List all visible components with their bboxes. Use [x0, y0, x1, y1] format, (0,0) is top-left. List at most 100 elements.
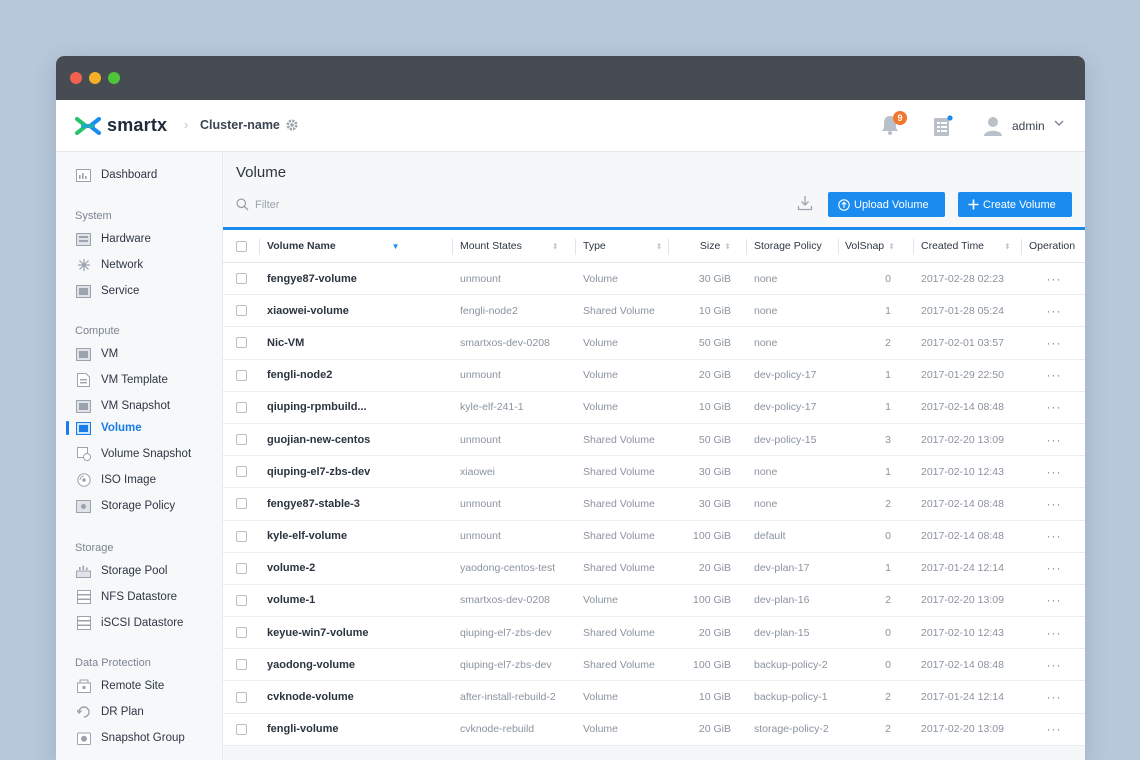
sort-icon[interactable]: ⬍	[656, 242, 663, 251]
row-checkbox[interactable]	[236, 617, 247, 648]
sidebar-item-snapshot-group[interactable]: Snapshot Group	[76, 729, 185, 747]
row-checkbox[interactable]	[236, 456, 247, 487]
volume-name-cell[interactable]: yaodong-volume	[267, 649, 355, 680]
column-header-mount-states[interactable]: Mount States ⬍	[460, 230, 559, 262]
sort-icon[interactable]: ⬍	[724, 242, 731, 251]
close-window-button[interactable]	[70, 72, 82, 84]
volume-name-cell[interactable]: kyle-elf-volume	[267, 521, 347, 552]
sidebar-item-vm-snapshot[interactable]: VM Snapshot	[76, 397, 170, 415]
volume-name-cell[interactable]: xiaowei-volume	[267, 295, 349, 326]
column-header-volume-name[interactable]: Volume Name ▼	[267, 230, 400, 262]
row-checkbox[interactable]	[236, 681, 247, 712]
volume-name-cell[interactable]: fengli-volume	[267, 714, 339, 745]
column-header-type[interactable]: Type ⬍	[583, 230, 662, 262]
row-checkbox[interactable]	[236, 585, 247, 616]
sort-icon[interactable]: ⬍	[1004, 242, 1011, 251]
volume-name-cell[interactable]: keyue-win7-volume	[267, 617, 368, 648]
volume-name-cell[interactable]: volume-1	[267, 585, 315, 616]
user-avatar-icon[interactable]	[984, 116, 1002, 141]
volume-name-cell[interactable]: fengli-node2	[267, 360, 332, 391]
task-list-icon[interactable]	[933, 115, 953, 142]
volume-name-cell[interactable]: cvknode-volume	[267, 681, 354, 712]
more-actions-icon[interactable]: ···	[1029, 424, 1079, 455]
sidebar-item-volume[interactable]: Volume	[76, 419, 142, 437]
more-actions-icon[interactable]: ···	[1029, 617, 1079, 648]
more-actions-icon[interactable]: ···	[1029, 456, 1079, 487]
volume-name-cell[interactable]: qiuping-rpmbuild...	[267, 392, 367, 423]
volume-name-cell[interactable]: Nic-VM	[267, 327, 304, 358]
more-actions-icon[interactable]: ···	[1029, 295, 1079, 326]
table-row[interactable]: volume-1 smartxos-dev-0208 Volume 100 GiB de…	[223, 585, 1085, 618]
row-checkbox[interactable]	[236, 714, 247, 745]
more-actions-icon[interactable]: ···	[1029, 714, 1079, 745]
table-row[interactable]: yaodong-volume qiuping-el7-zbs-dev Shared …	[223, 649, 1085, 682]
table-row[interactable]: qiuping-el7-zbs-dev xiaowei Shared Volume 3…	[223, 456, 1085, 489]
more-actions-icon[interactable]: ···	[1029, 681, 1079, 712]
sidebar-item-service[interactable]: Service	[76, 282, 139, 300]
table-row[interactable]: qiuping-rpmbuild... kyle-elf-241-1 Volume 1…	[223, 392, 1085, 424]
sidebar-item-nfs-datastore[interactable]: NFS Datastore	[76, 588, 177, 606]
smartx-logo[interactable]: smartx	[75, 115, 167, 136]
sidebar-item-storage-pool[interactable]: Storage Pool	[76, 562, 168, 580]
table-row[interactable]: fengli-node2 unmount Volume 20 GiB dev-polic…	[223, 360, 1085, 392]
sidebar-item-iscsi-datastore[interactable]: iSCSI Datastore	[76, 614, 183, 632]
upload-volume-button[interactable]: Upload Volume	[828, 192, 945, 217]
row-checkbox[interactable]	[236, 360, 247, 391]
create-volume-button[interactable]: Create Volume	[958, 192, 1072, 217]
chevron-down-icon[interactable]	[1054, 119, 1064, 130]
sidebar-item-dashboard[interactable]: Dashboard	[76, 166, 157, 184]
cluster-name[interactable]: Cluster-name	[200, 118, 280, 132]
sidebar-item-remote-site[interactable]: Remote Site	[76, 677, 164, 695]
user-name[interactable]: admin	[1012, 119, 1045, 133]
volume-name-cell[interactable]: guojian-new-centos	[267, 424, 370, 455]
row-checkbox[interactable]	[236, 295, 247, 326]
minimize-window-button[interactable]	[89, 72, 101, 84]
more-actions-icon[interactable]: ···	[1029, 263, 1079, 294]
select-all-checkbox[interactable]	[236, 230, 247, 262]
table-row[interactable]: fengye87-volume unmount Volume 30 GiB none 0 2…	[223, 263, 1085, 296]
column-header-size[interactable]: Size ⬍	[676, 230, 731, 262]
more-actions-icon[interactable]: ···	[1029, 360, 1079, 391]
row-checkbox[interactable]	[236, 553, 247, 584]
table-row[interactable]: Nic-VM smartxos-dev-0208 Volume 50 GiB none 2…	[223, 327, 1085, 360]
sidebar-item-storage-policy[interactable]: Storage Policy	[76, 497, 175, 515]
sidebar-item-hardware[interactable]: Hardware	[76, 230, 151, 248]
table-row[interactable]: kyle-elf-volume unmount Shared Volume 100 G…	[223, 521, 1085, 553]
more-actions-icon[interactable]: ···	[1029, 327, 1079, 358]
sidebar-item-network[interactable]: Network	[76, 256, 143, 274]
table-row[interactable]: fengye87-stable-3 unmount Shared Volume 30 …	[223, 488, 1085, 521]
row-checkbox[interactable]	[236, 488, 247, 519]
table-row[interactable]: fengli-volume cvknode-rebuild Volume 20 GiB…	[223, 714, 1085, 746]
column-header-storage-policy[interactable]: Storage Policy	[754, 230, 822, 262]
sort-desc-icon[interactable]: ▼	[392, 242, 400, 251]
table-row[interactable]: keyue-win7-volume qiuping-el7-zbs-dev Shar…	[223, 617, 1085, 650]
column-header-volsnap[interactable]: VolSnap ⬍	[845, 230, 895, 262]
filter-input[interactable]: Filter	[255, 199, 279, 211]
sidebar-item-volume-snapshot[interactable]: Volume Snapshot	[76, 445, 191, 463]
more-actions-icon[interactable]: ···	[1029, 649, 1079, 680]
volume-name-cell[interactable]: qiuping-el7-zbs-dev	[267, 456, 370, 487]
volume-name-cell[interactable]: volume-2	[267, 553, 315, 584]
sidebar-item-dr-plan[interactable]: DR Plan	[76, 703, 144, 721]
table-row[interactable]: cvknode-volume after-install-rebuild-2 Vol…	[223, 681, 1085, 714]
row-checkbox[interactable]	[236, 392, 247, 423]
volume-name-cell[interactable]: fengye87-stable-3	[267, 488, 360, 519]
sidebar-item-vm-template[interactable]: VM Template	[76, 371, 168, 389]
row-checkbox[interactable]	[236, 263, 247, 294]
more-actions-icon[interactable]: ···	[1029, 392, 1079, 423]
row-checkbox[interactable]	[236, 424, 247, 455]
maximize-window-button[interactable]	[108, 72, 120, 84]
sidebar-item-iso-image[interactable]: ISO Image	[76, 471, 156, 489]
row-checkbox[interactable]	[236, 649, 247, 680]
more-actions-icon[interactable]: ···	[1029, 585, 1079, 616]
more-actions-icon[interactable]: ···	[1029, 553, 1079, 584]
download-icon[interactable]	[797, 195, 813, 216]
table-row[interactable]: volume-2 yaodong-centos-test Shared Volume…	[223, 553, 1085, 585]
row-checkbox[interactable]	[236, 521, 247, 552]
gear-icon[interactable]	[285, 118, 299, 137]
table-row[interactable]: guojian-new-centos unmount Shared Volume 50…	[223, 424, 1085, 457]
volume-name-cell[interactable]: fengye87-volume	[267, 263, 357, 294]
row-checkbox[interactable]	[236, 327, 247, 358]
more-actions-icon[interactable]: ···	[1029, 521, 1079, 552]
sidebar-item-vm[interactable]: VM	[76, 345, 118, 363]
